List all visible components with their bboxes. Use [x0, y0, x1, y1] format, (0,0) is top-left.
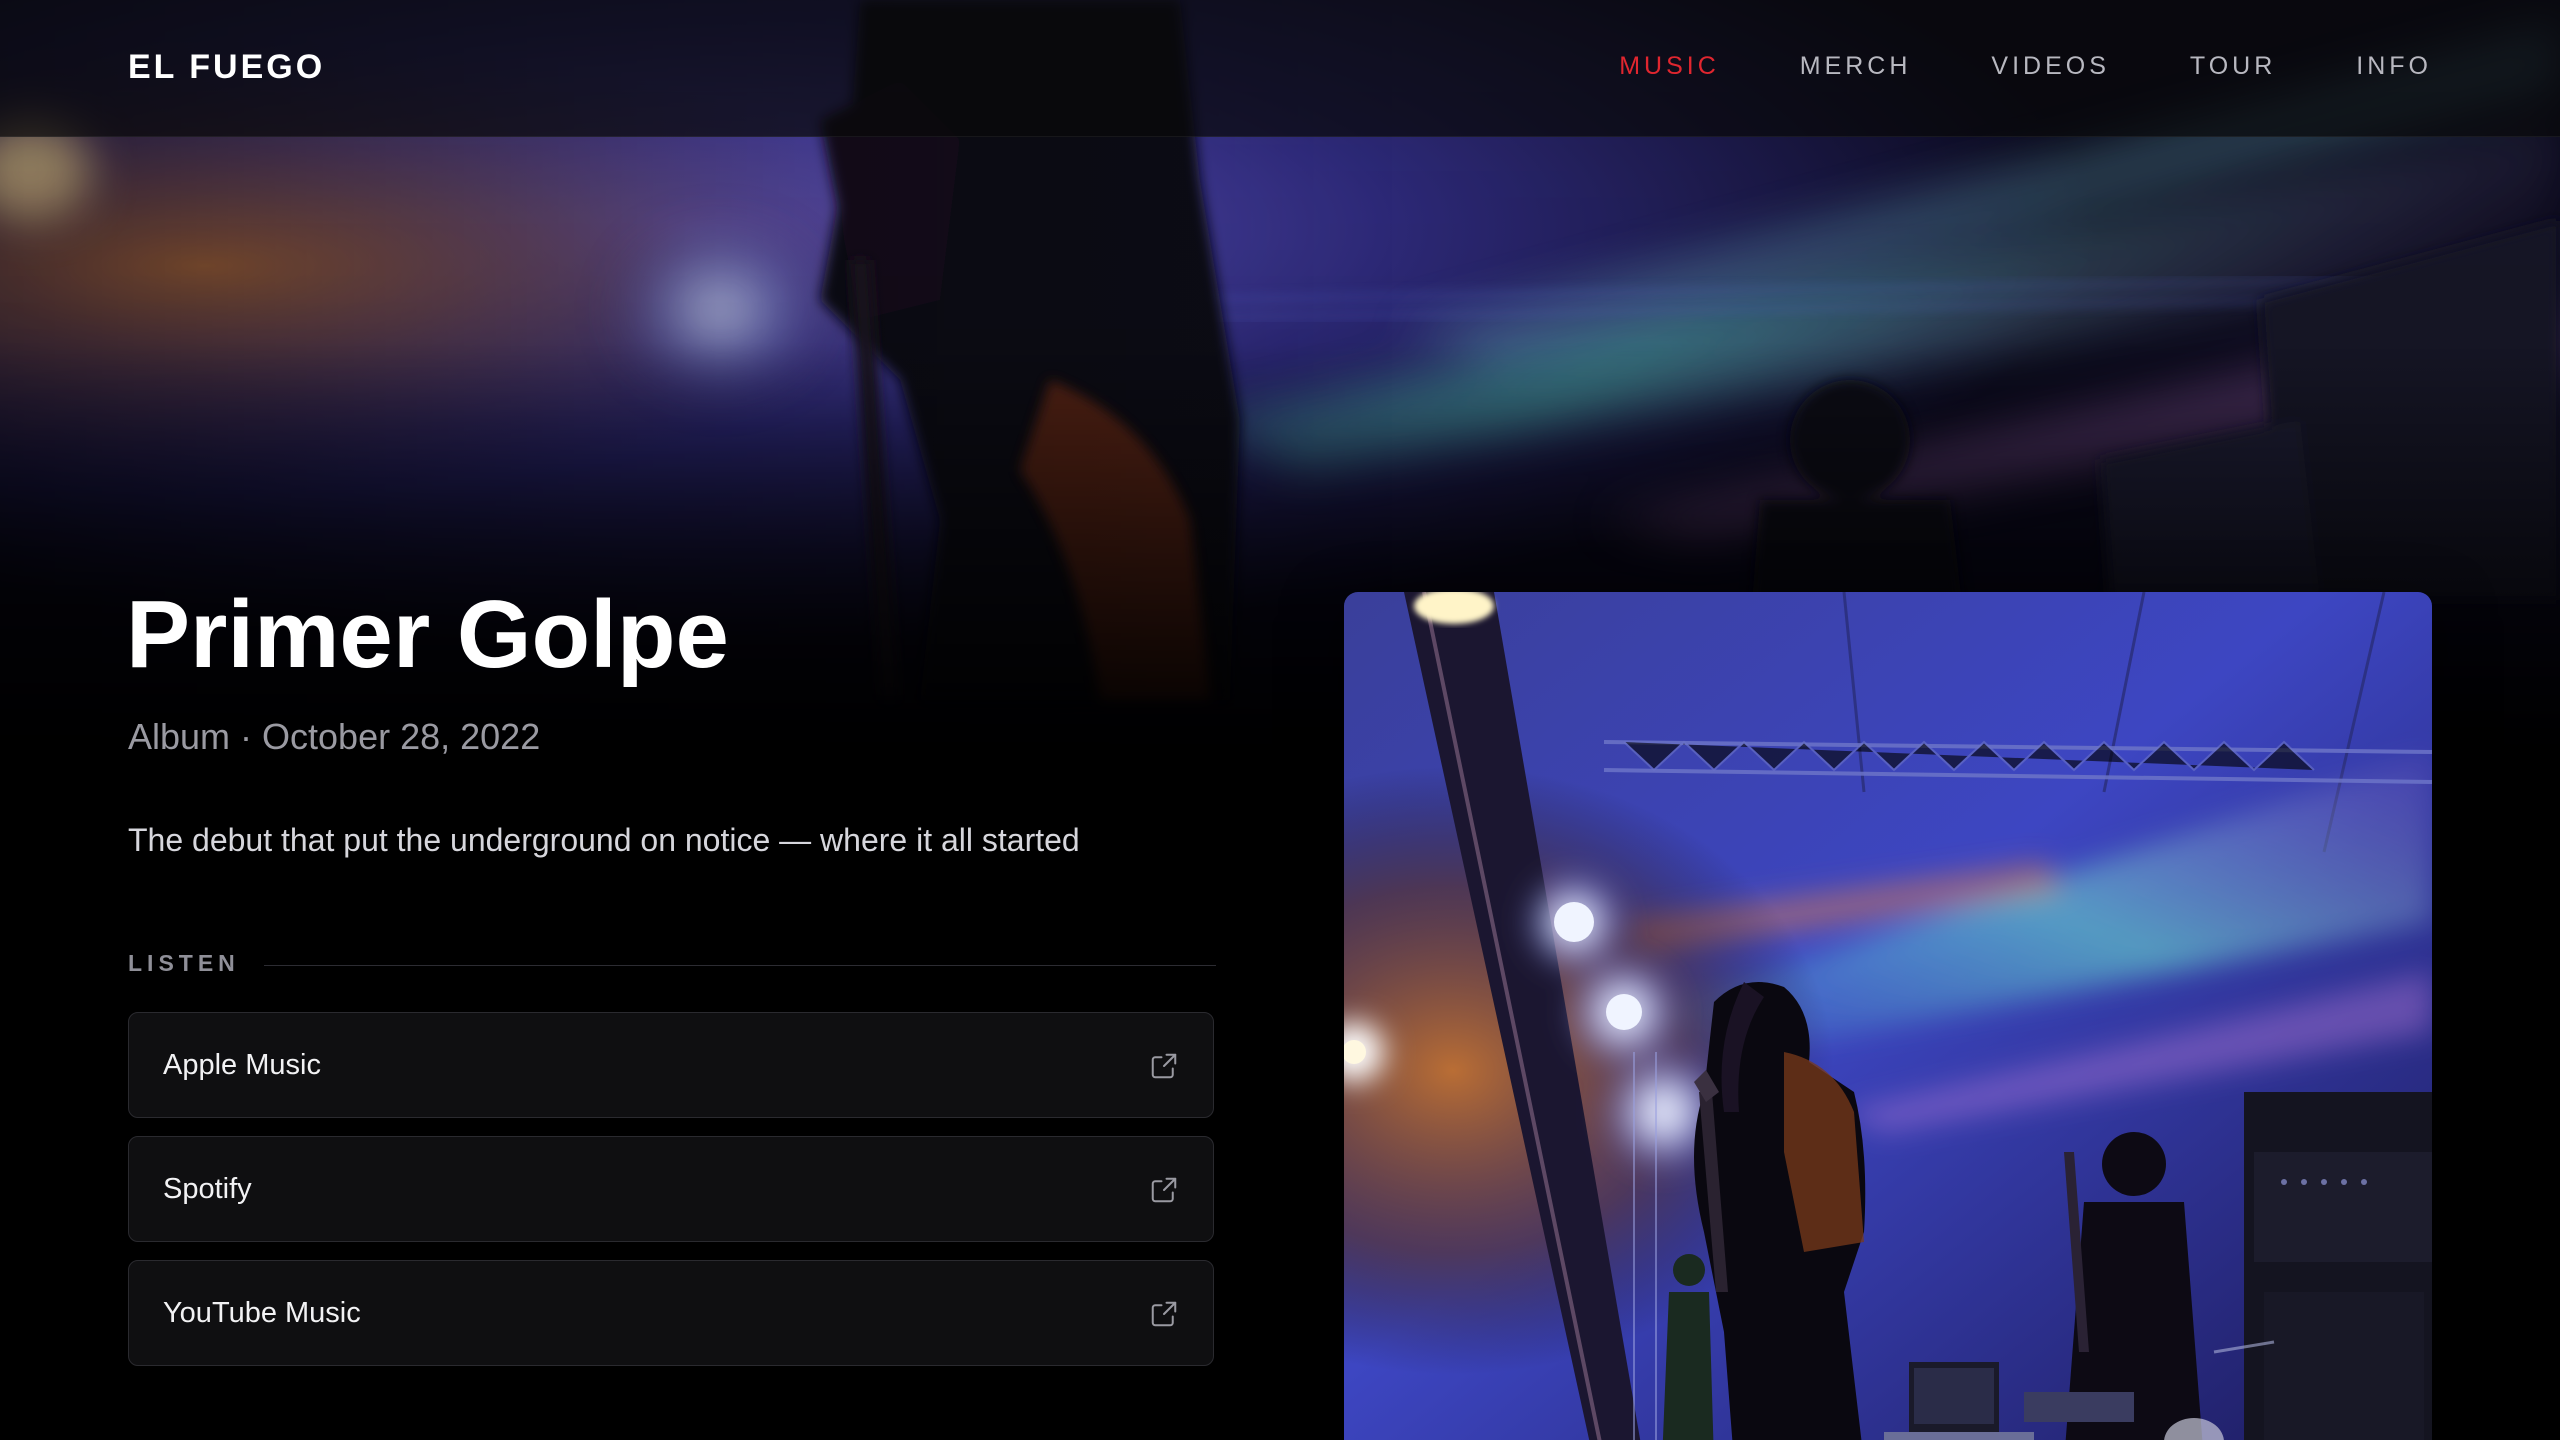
nav-item-videos[interactable]: VIDEOS [1991, 52, 2109, 81]
link-label: Apple Music [163, 1049, 321, 1081]
album-cover-image [1344, 592, 2432, 1440]
nav-item-tour[interactable]: TOUR [2190, 52, 2276, 81]
nav-item-info[interactable]: INFO [2356, 52, 2432, 81]
streaming-links: Apple Music Spotify YouTube Music [128, 1012, 1216, 1384]
external-link-icon [1151, 1301, 1177, 1327]
external-link-icon [1151, 1177, 1177, 1203]
release-meta: Album · October 28, 2022 [128, 716, 541, 757]
youtube-music-link[interactable]: YouTube Music [128, 1260, 1214, 1366]
spotify-link[interactable]: Spotify [128, 1136, 1214, 1242]
release-tagline: The debut that put the underground on no… [128, 822, 1080, 858]
listen-divider [264, 965, 1216, 966]
release-title: Primer Golpe [126, 581, 729, 688]
main-nav: MUSIC MERCH VIDEOS TOUR INFO [1619, 52, 2432, 81]
link-label: YouTube Music [163, 1297, 361, 1329]
site-header: EL FUEGO MUSIC MERCH VIDEOS TOUR INFO [0, 0, 2560, 137]
nav-item-merch[interactable]: MERCH [1800, 52, 1912, 81]
external-link-icon [1151, 1053, 1177, 1079]
nav-item-music[interactable]: MUSIC [1619, 52, 1720, 81]
listen-section-header: LISTEN [128, 950, 1216, 980]
link-label: Spotify [163, 1173, 252, 1205]
listen-label: LISTEN [128, 950, 240, 976]
apple-music-link[interactable]: Apple Music [128, 1012, 1214, 1118]
site-logo[interactable]: EL FUEGO [128, 48, 325, 87]
page: EL FUEGO MUSIC MERCH VIDEOS TOUR INFO Pr… [0, 0, 2560, 1440]
